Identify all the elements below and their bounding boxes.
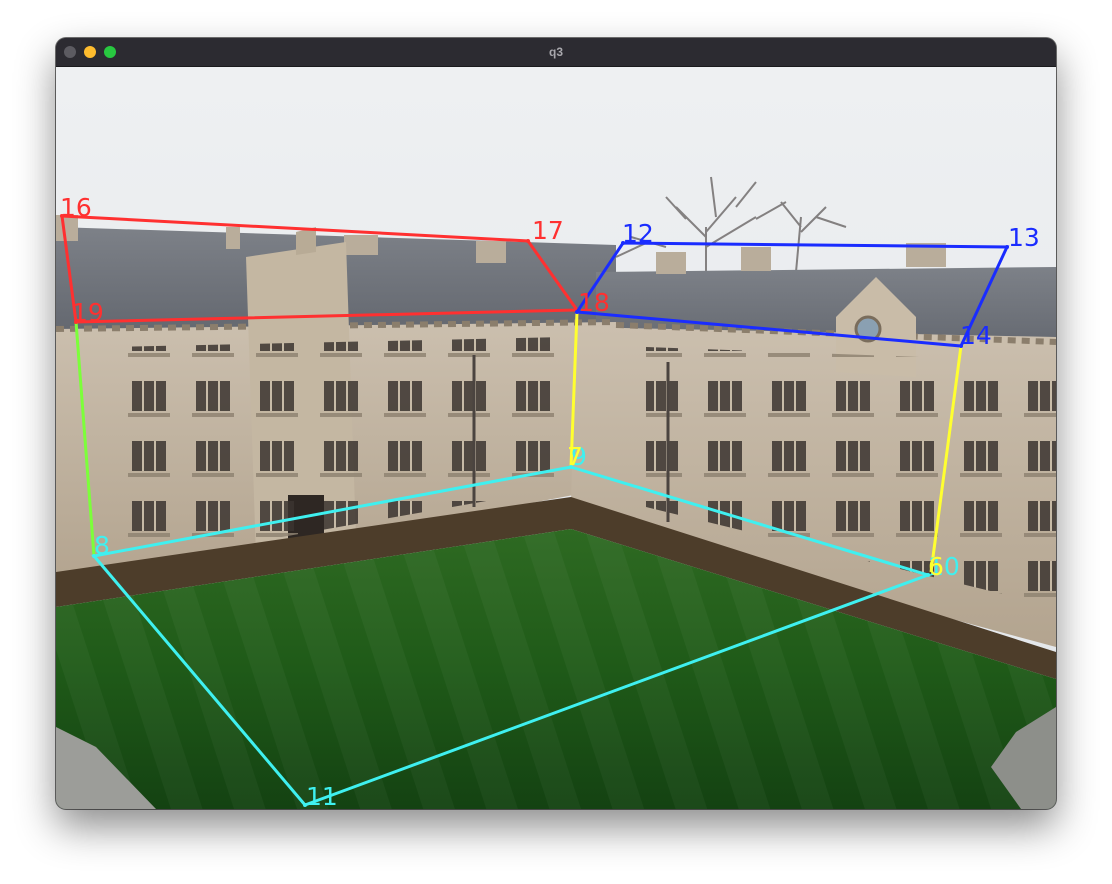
title-bar[interactable]: q3: [56, 38, 1056, 67]
window-title: q3: [548, 45, 563, 59]
label-16: 16: [60, 193, 92, 222]
label-12: 12: [622, 219, 654, 248]
label-6: 6: [928, 552, 944, 581]
label-17: 17: [532, 216, 564, 245]
label-8: 8: [94, 531, 110, 560]
label-11: 11: [306, 782, 338, 809]
label-13: 13: [1008, 223, 1040, 252]
app-window: q3 16 17 12 13 19 18 14 9 7 8 10 6 11: [56, 38, 1056, 809]
annotated-photo: 16 17 12 13 19 18 14 9 7 8 10 6 11: [56, 67, 1056, 809]
label-18: 18: [578, 288, 610, 317]
label-14: 14: [960, 321, 992, 350]
image-canvas[interactable]: 16 17 12 13 19 18 14 9 7 8 10 6 11: [56, 67, 1056, 809]
